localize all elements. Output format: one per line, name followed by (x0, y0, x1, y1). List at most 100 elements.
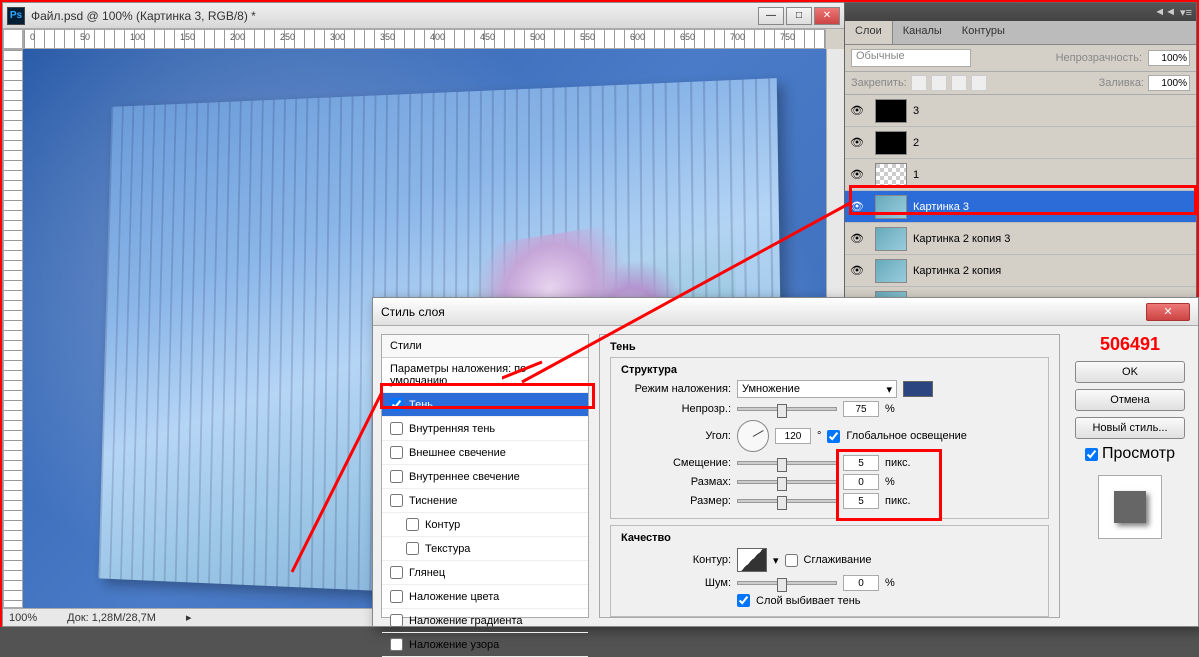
layer-thumb[interactable] (875, 259, 907, 283)
layer-thumb[interactable] (875, 163, 907, 187)
section-title: Тень (610, 341, 1049, 353)
styles-list: Стили Параметры наложения: по умолчанию … (381, 334, 589, 618)
angle-input[interactable] (775, 428, 811, 444)
layer-row[interactable]: 👁 3 (845, 95, 1196, 127)
blend-mode-select[interactable]: Обычные (851, 49, 971, 67)
ruler-horizontal[interactable]: 0 50 100 150 200 250 300 350 400 450 500… (23, 29, 826, 49)
panel-header[interactable]: ◄◄ ▾≡ (845, 3, 1196, 21)
opacity-input[interactable] (843, 401, 879, 417)
distance-input[interactable] (843, 455, 879, 471)
ok-button[interactable]: OK (1075, 361, 1185, 383)
layer-thumb[interactable] (875, 131, 907, 155)
style-item-blending[interactable]: Параметры наложения: по умолчанию (382, 358, 588, 393)
spread-slider[interactable] (737, 480, 837, 484)
style-checkbox[interactable] (390, 494, 403, 507)
noise-input[interactable] (843, 575, 879, 591)
size-slider[interactable] (737, 499, 837, 503)
lock-all-icon[interactable] (971, 75, 987, 91)
styles-header[interactable]: Стили (382, 335, 588, 358)
visibility-icon[interactable]: 👁 (845, 104, 869, 117)
status-arrow-icon[interactable]: ▸ (186, 611, 192, 624)
shadow-color-swatch[interactable] (903, 381, 933, 397)
tab-channels[interactable]: Каналы (893, 21, 952, 44)
close-button[interactable]: ✕ (814, 7, 840, 25)
visibility-icon[interactable]: 👁 (845, 136, 869, 149)
layer-name[interactable]: Картинка 3 (913, 201, 969, 213)
layer-row[interactable]: 👁 Картинка 3 (845, 191, 1196, 223)
opacity-slider[interactable] (737, 407, 837, 411)
style-checkbox[interactable] (406, 518, 419, 531)
preview-checkbox[interactable] (1085, 448, 1098, 461)
style-checkbox[interactable] (390, 470, 403, 483)
layer-row[interactable]: 👁 Картинка 2 копия (845, 255, 1196, 287)
ruler-vertical[interactable] (3, 49, 23, 608)
visibility-icon[interactable]: 👁 (845, 168, 869, 181)
layer-row[interactable]: 👁 1 (845, 159, 1196, 191)
panel-tabs: Слои Каналы Контуры (845, 21, 1196, 45)
cancel-button[interactable]: Отмена (1075, 389, 1185, 411)
dialog-close-button[interactable]: ✕ (1146, 303, 1190, 321)
visibility-icon[interactable]: 👁 (845, 232, 869, 245)
style-item-color-overlay[interactable]: Наложение цвета (382, 585, 588, 609)
contour-dropdown-icon[interactable]: ▾ (773, 554, 779, 567)
minimize-button[interactable]: — (758, 7, 784, 25)
style-checkbox[interactable] (390, 638, 403, 651)
dialog-titlebar[interactable]: Стиль слоя ✕ (373, 298, 1198, 326)
new-style-button[interactable]: Новый стиль... (1075, 417, 1185, 439)
style-checkbox[interactable] (390, 614, 403, 627)
global-light-checkbox[interactable] (827, 430, 840, 443)
layer-thumb[interactable] (875, 195, 907, 219)
contour-swatch[interactable] (737, 548, 767, 572)
style-item-inner-shadow[interactable]: Внутренняя тень (382, 417, 588, 441)
style-item-gradient-overlay[interactable]: Наложение градиента (382, 609, 588, 633)
panel-menu-icon[interactable]: ▾≡ (1180, 6, 1192, 19)
layer-row[interactable]: 👁 2 (845, 127, 1196, 159)
opacity-input[interactable] (1148, 50, 1190, 66)
layer-thumb[interactable] (875, 99, 907, 123)
layer-name[interactable]: Картинка 2 копия (913, 265, 1001, 277)
global-light-label: Глобальное освещение (846, 430, 967, 442)
style-item-bevel[interactable]: Тиснение (382, 489, 588, 513)
style-checkbox[interactable] (390, 446, 403, 459)
style-checkbox[interactable] (390, 422, 403, 435)
layer-name[interactable]: Картинка 2 копия 3 (913, 233, 1010, 245)
visibility-icon[interactable]: 👁 (845, 200, 869, 213)
layer-name[interactable]: 1 (913, 169, 919, 181)
style-item-satin[interactable]: Глянец (382, 561, 588, 585)
style-checkbox[interactable] (390, 566, 403, 579)
size-input[interactable] (843, 493, 879, 509)
zoom-level[interactable]: 100% (9, 612, 37, 624)
style-item-texture[interactable]: Текстура (382, 537, 588, 561)
layer-name[interactable]: 3 (913, 105, 919, 117)
style-checkbox[interactable] (406, 542, 419, 555)
lock-position-icon[interactable] (951, 75, 967, 91)
panel-collapse-icon[interactable]: ◄◄ (1154, 6, 1176, 18)
noise-slider[interactable] (737, 581, 837, 585)
layer-name[interactable]: 2 (913, 137, 919, 149)
antialiased-checkbox[interactable] (785, 554, 798, 567)
layer-row[interactable]: 👁 Картинка 2 копия 3 (845, 223, 1196, 255)
style-item-drop-shadow[interactable]: Тень (382, 393, 588, 417)
knockout-checkbox[interactable] (737, 594, 750, 607)
layer-thumb[interactable] (875, 227, 907, 251)
tab-paths[interactable]: Контуры (952, 21, 1015, 44)
blend-mode-dropdown[interactable]: Умножение (737, 380, 897, 398)
style-item-pattern-overlay[interactable]: Наложение узора (382, 633, 588, 657)
style-item-inner-glow[interactable]: Внутреннее свечение (382, 465, 588, 489)
doc-size: Док: 1,28M/28,7M (67, 612, 156, 624)
style-checkbox[interactable] (390, 590, 403, 603)
lock-pixels-icon[interactable] (931, 75, 947, 91)
lock-transparent-icon[interactable] (911, 75, 927, 91)
document-titlebar[interactable]: Ps Файл.psd @ 100% (Картинка 3, RGB/8) *… (3, 3, 844, 29)
tab-layers[interactable]: Слои (845, 21, 893, 44)
angle-dial[interactable] (737, 420, 769, 452)
style-item-contour[interactable]: Контур (382, 513, 588, 537)
fill-input[interactable] (1148, 75, 1190, 91)
noise-label: Шум: (621, 577, 731, 589)
style-checkbox[interactable] (390, 398, 403, 411)
style-item-outer-glow[interactable]: Внешнее свечение (382, 441, 588, 465)
distance-slider[interactable] (737, 461, 837, 465)
visibility-icon[interactable]: 👁 (845, 264, 869, 277)
maximize-button[interactable]: □ (786, 7, 812, 25)
spread-input[interactable] (843, 474, 879, 490)
